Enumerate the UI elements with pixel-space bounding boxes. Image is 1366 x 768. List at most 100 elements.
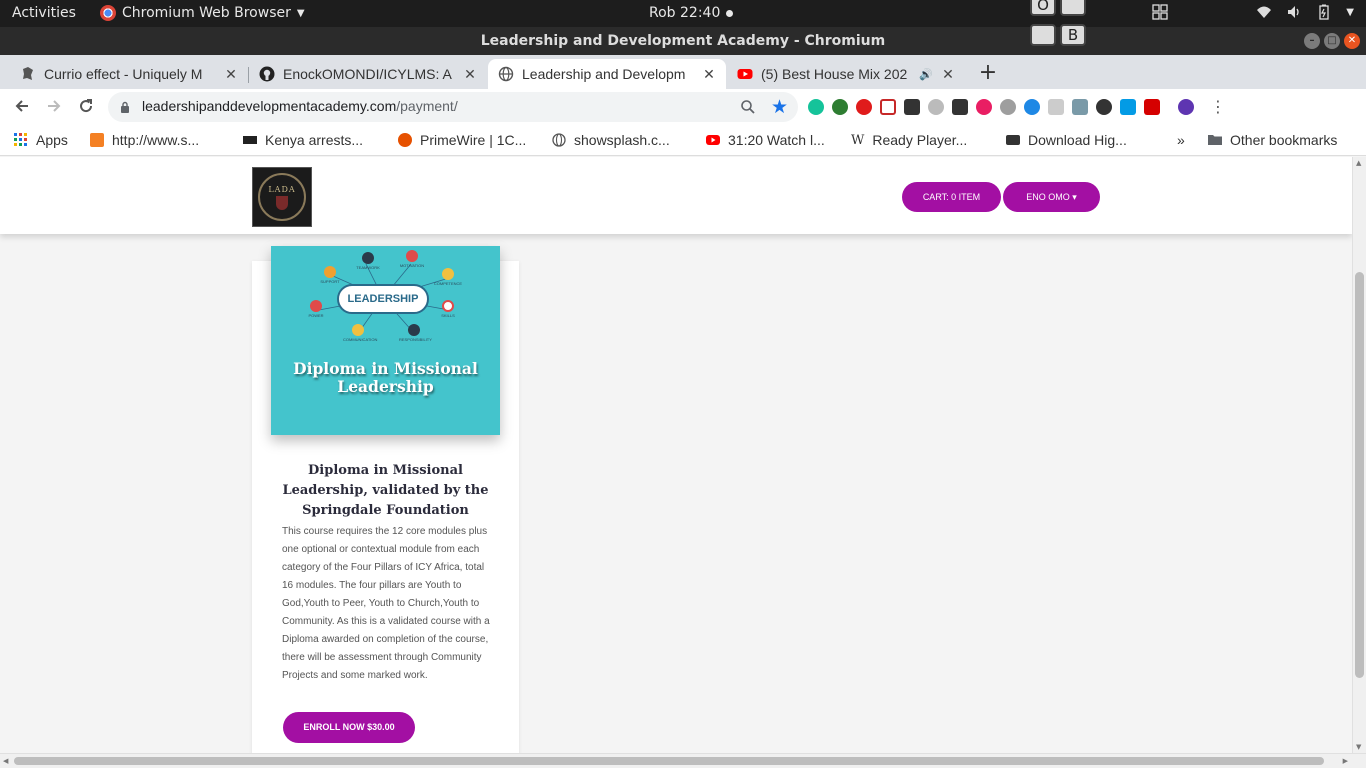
volume-icon[interactable] (1286, 4, 1302, 20)
scroll-left-icon[interactable]: ◀ (3, 757, 8, 765)
tab-close-icon[interactable]: ✕ (702, 66, 716, 83)
minimize-button[interactable]: – (1304, 33, 1320, 49)
extension-drop-icon[interactable] (1024, 98, 1040, 115)
grammarly-icon[interactable] (808, 98, 824, 115)
zoom-icon[interactable] (740, 99, 756, 115)
extension-n-icon[interactable] (1144, 98, 1160, 115)
battery-icon[interactable] (1316, 4, 1332, 20)
bookmark-apps[interactable]: Apps (14, 132, 68, 148)
course-title[interactable]: Diploma in Missional Leadership, validat… (282, 461, 489, 521)
enroll-now-button[interactable]: ENROLL NOW $30.00 (283, 712, 415, 743)
page-viewport: LADA CART: 0 ITEM ENO OMO ▾ TEAMWORK MOT… (0, 157, 1352, 753)
keycap-b: B (1060, 24, 1086, 46)
wifi-icon[interactable] (1256, 4, 1272, 20)
extension-red-icon[interactable] (880, 98, 896, 115)
new-tab-button[interactable]: + (978, 60, 998, 85)
tab-currio[interactable]: Currio effect - Uniquely M ✕ (10, 59, 248, 89)
diagram-node-label: SKILLS (441, 313, 455, 318)
apps-grid-icon (14, 133, 27, 146)
extension-window-icon[interactable] (1120, 98, 1136, 115)
diagram-node-label: MOTIVATION (399, 263, 425, 268)
chevron-down-icon: ▼ (296, 7, 305, 19)
extension-butterfly-icon[interactable] (976, 98, 992, 115)
bookmark-item[interactable]: Kenya arrests... (243, 132, 363, 148)
tab-youtube[interactable]: (5) Best House Mix 202 🔊 ✕ (727, 59, 965, 89)
horizontal-scrollbar[interactable]: ◀ ▶ (0, 753, 1366, 768)
course-image[interactable]: TEAMWORK MOTIVATION SUPPORT COMPETENCE P… (271, 246, 500, 435)
lock-icon[interactable] (120, 101, 130, 113)
close-window-button[interactable]: ✕ (1344, 33, 1360, 49)
scroll-down-icon[interactable]: ▼ (1356, 743, 1361, 751)
tab-label: EnockOMONDI/ICYLMS: A (283, 66, 452, 82)
bookmark-item[interactable]: http://www.s... (90, 132, 199, 148)
bookmark-label: 31:20 Watch l... (728, 132, 825, 148)
tab-close-icon[interactable]: ✕ (463, 66, 477, 83)
scroll-right-icon[interactable]: ▶ (1343, 757, 1348, 765)
bookmark-item[interactable]: Download Hig... (1006, 132, 1127, 148)
bookmarks-overflow-button[interactable]: » (1177, 132, 1185, 148)
app-menu[interactable]: Chromium Web Browser ▼ (100, 5, 305, 21)
browser-menu-icon[interactable]: ⋮ (1210, 97, 1226, 116)
clock[interactable]: Rob 22:40 (649, 5, 734, 21)
power-icon: POWER (301, 300, 331, 318)
horizontal-scroll-thumb[interactable] (14, 757, 1324, 765)
keycap-blank (1060, 0, 1086, 16)
bookmark-item[interactable]: showsplash.c... (552, 132, 670, 148)
diagram-node-label: TEAMWORK (356, 265, 380, 270)
communication-icon: COMMUNICATION (343, 324, 377, 342)
reload-button[interactable] (76, 97, 96, 117)
download-icon[interactable] (1072, 98, 1088, 115)
system-tray[interactable]: ▼ (1152, 4, 1354, 20)
notification-dot-icon (726, 9, 734, 17)
bookmark-item[interactable]: 31:20 Watch l... (706, 132, 825, 148)
tab-close-icon[interactable]: ✕ (941, 66, 955, 83)
adblock-icon[interactable] (856, 98, 872, 115)
extension-globe-icon[interactable] (832, 98, 848, 115)
activities-button[interactable]: Activities (12, 5, 76, 21)
extension-k-icon[interactable] (1048, 98, 1064, 115)
bookmark-item[interactable]: W Ready Player... (851, 132, 967, 148)
extension-grey-icon[interactable] (928, 98, 944, 115)
site-header: LADA CART: 0 ITEM ENO OMO ▾ (0, 157, 1352, 234)
forward-button[interactable] (44, 97, 64, 117)
site-logo[interactable]: LADA (252, 167, 312, 227)
url-host: leadershipanddevelopmentacademy.com (142, 98, 397, 114)
bookmark-star-icon[interactable]: ★ (771, 96, 788, 118)
cart-button[interactable]: CART: 0 ITEM (902, 182, 1001, 212)
url-text[interactable]: leadershipanddevelopmentacademy.com/paym… (142, 98, 458, 114)
app-menu-label: Chromium Web Browser (122, 5, 291, 21)
power-menu-icon[interactable]: ▼ (1346, 7, 1354, 18)
profile-avatar-icon[interactable] (1178, 98, 1194, 115)
scroll-up-icon[interactable]: ▲ (1356, 159, 1361, 167)
extension-web-icon[interactable] (1000, 98, 1016, 115)
extension-home-icon[interactable] (904, 98, 920, 115)
course-card: TEAMWORK MOTIVATION SUPPORT COMPETENCE P… (252, 246, 519, 753)
vertical-scrollbar[interactable]: ▲ ▼ (1352, 157, 1366, 753)
folder-icon (1208, 135, 1222, 145)
tab-close-icon[interactable]: ✕ (224, 66, 238, 83)
back-button[interactable] (12, 97, 32, 117)
primewire-icon (398, 133, 412, 147)
workspaces-icon[interactable] (1152, 4, 1168, 20)
vertical-scroll-thumb[interactable] (1355, 272, 1364, 678)
bookmark-label: showsplash.c... (574, 132, 670, 148)
motivation-icon: MOTIVATION (397, 250, 427, 268)
responsibility-icon: RESPONSIBILITY (399, 324, 432, 342)
audio-playing-icon[interactable]: 🔊 (919, 68, 933, 81)
globe-icon (552, 133, 566, 147)
competence-icon: COMPETENCE (433, 268, 463, 286)
extensions-bar: ⋮ (808, 97, 1226, 116)
tab-github[interactable]: EnockOMONDI/ICYLMS: A ✕ (249, 59, 487, 89)
extension-k-dark-icon[interactable] (1096, 98, 1112, 115)
color-picker-icon[interactable] (952, 98, 968, 115)
address-bar[interactable]: leadershipanddevelopmentacademy.com/paym… (108, 92, 798, 122)
tab-leadership-academy[interactable]: Leadership and Developm ✕ (488, 59, 726, 89)
other-bookmarks[interactable]: Other bookmarks (1208, 132, 1337, 148)
tab-label: Leadership and Developm (522, 66, 686, 82)
bookmark-item[interactable]: PrimeWire | 1C... (398, 132, 526, 148)
maximize-button[interactable]: □ (1324, 33, 1340, 49)
diagram-node-label: COMPETENCE (433, 281, 463, 286)
bookmarks-bar: Apps http://www.s... Kenya arrests... Pr… (0, 125, 1366, 156)
window-title-bar[interactable]: Leadership and Development Academy - Chr… (0, 27, 1366, 55)
user-menu-button[interactable]: ENO OMO ▾ (1003, 182, 1100, 212)
